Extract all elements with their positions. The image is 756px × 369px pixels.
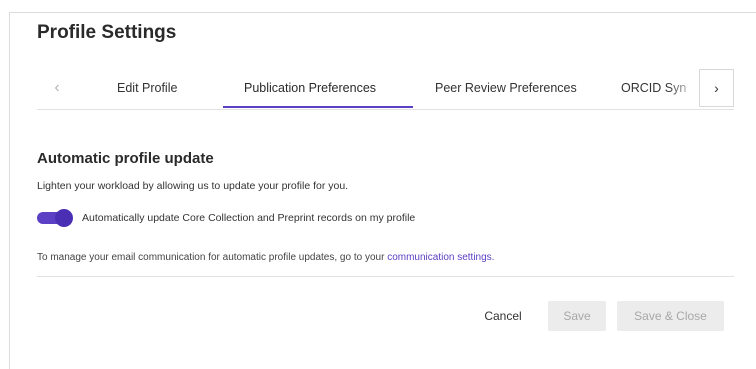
tab-fade — [667, 69, 699, 107]
communication-settings-link[interactable]: communication settings. — [387, 252, 494, 263]
section-title: Automatic profile update — [37, 150, 214, 167]
manage-email-prefix: To manage your email communication for a… — [37, 252, 388, 263]
tab-publication-preferences[interactable]: Publication Preferences — [244, 69, 376, 107]
save-button[interactable]: Save — [548, 301, 606, 331]
divider — [37, 276, 734, 277]
page-title: Profile Settings — [37, 22, 177, 43]
active-tab-indicator — [223, 106, 413, 108]
tab-edit-profile[interactable]: Edit Profile — [117, 69, 177, 107]
tab-bar: ‹ Edit Profile Publication Preferences P… — [37, 69, 734, 110]
auto-update-toggle-row: Automatically update Core Collection and… — [37, 209, 416, 227]
save-and-close-button[interactable]: Save & Close — [617, 301, 724, 331]
auto-update-toggle[interactable] — [37, 209, 73, 227]
chevron-left-icon[interactable]: ‹ — [37, 69, 77, 107]
section-description: Lighten your workload by allowing us to … — [37, 180, 349, 192]
tab-peer-review-preferences[interactable]: Peer Review Preferences — [435, 69, 577, 107]
toggle-knob — [55, 209, 73, 227]
toggle-label: Automatically update Core Collection and… — [82, 212, 416, 224]
chevron-right-icon[interactable]: › — [699, 69, 734, 107]
cancel-button[interactable]: Cancel — [473, 301, 533, 331]
manage-email-text: To manage your email communication for a… — [37, 252, 494, 263]
